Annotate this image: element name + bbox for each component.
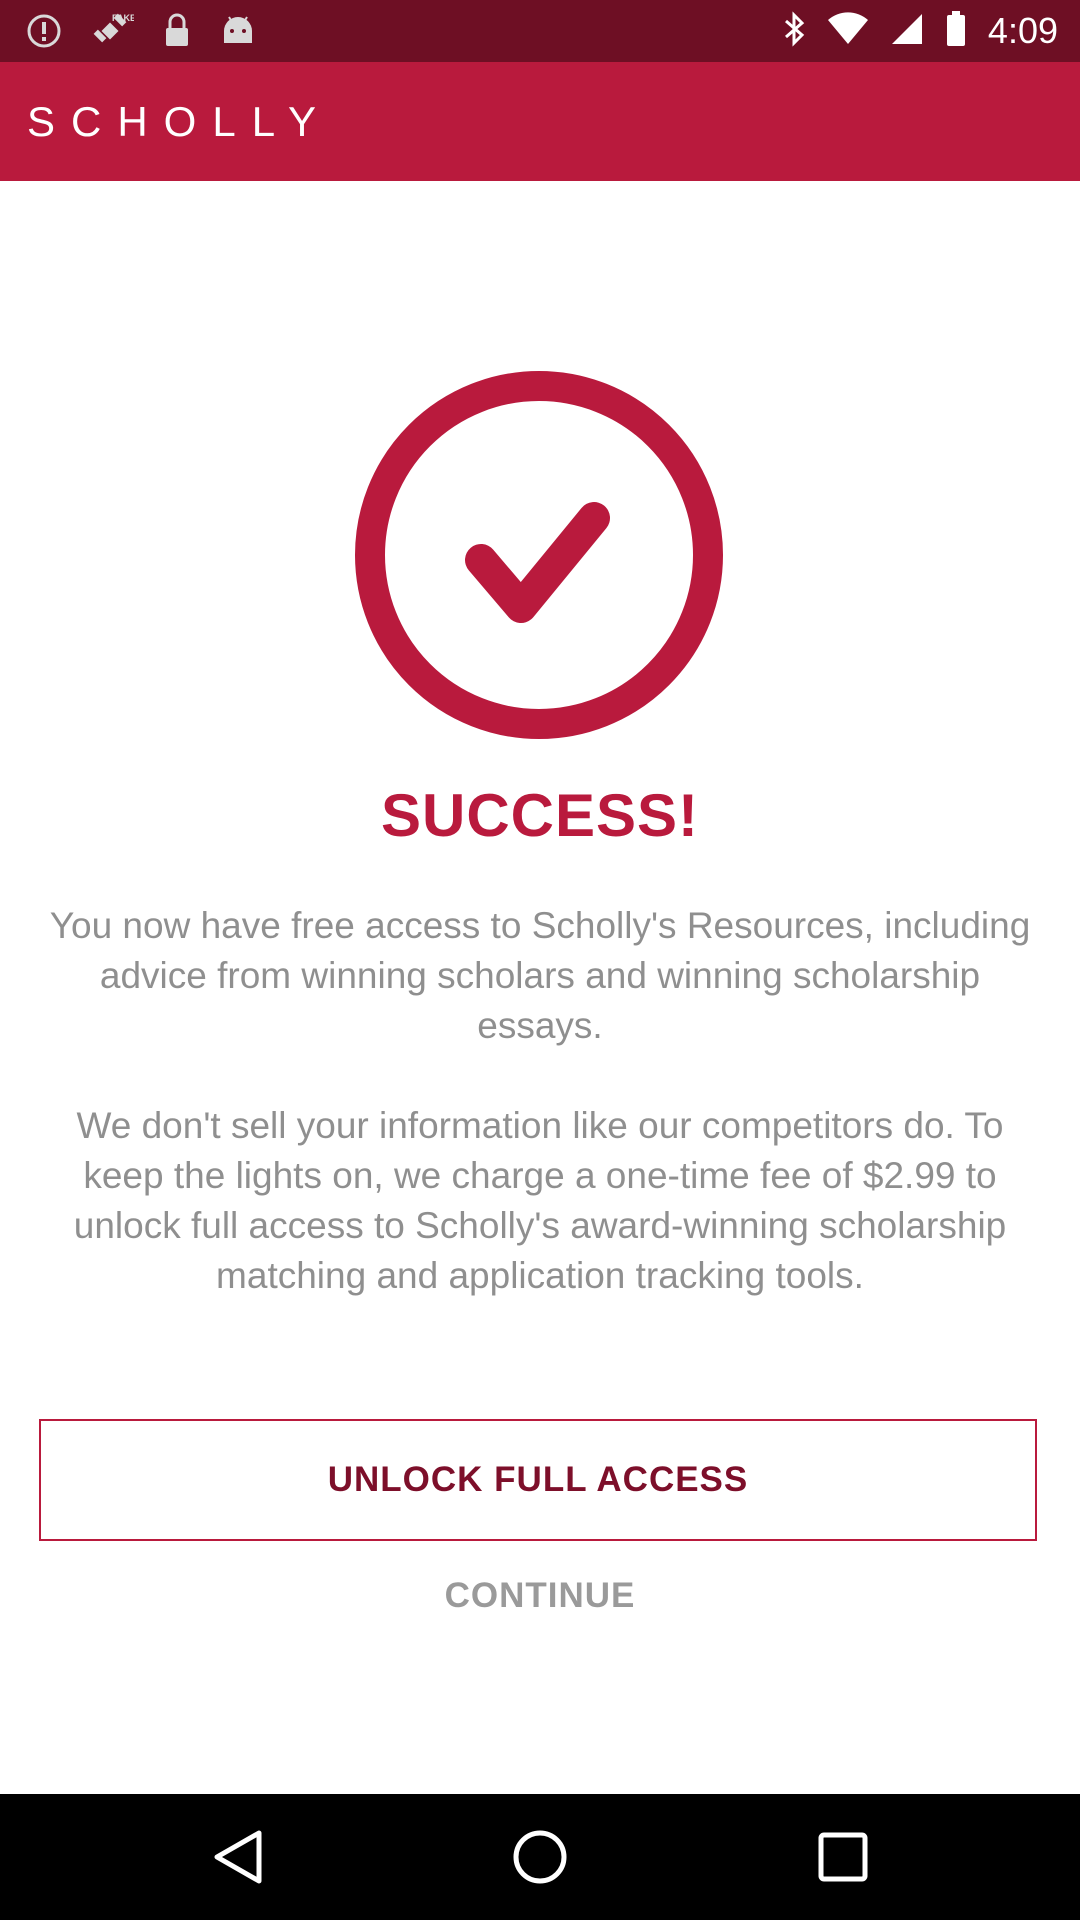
checkmark-circle-icon: [354, 370, 724, 740]
navigation-bar: [0, 1794, 1080, 1920]
android-icon: [220, 13, 256, 54]
status-left-icons: FAKE: [26, 11, 256, 56]
app-bar: SCHOLLY: [0, 62, 1080, 181]
recents-icon[interactable]: [807, 1821, 879, 1893]
status-right-icons: 4:09: [782, 0, 1058, 62]
continue-button[interactable]: CONTINUE: [340, 1561, 740, 1631]
signal-icon: [890, 12, 924, 51]
pricing-message: We don't sell your information like our …: [73, 1105, 1007, 1296]
home-icon[interactable]: [504, 1821, 576, 1893]
unlock-button-label: UNLOCK FULL ACCESS: [327, 1460, 749, 1499]
continue-button-label: CONTINUE: [444, 1576, 636, 1615]
app-title: SCHOLLY: [27, 98, 332, 145]
back-icon[interactable]: [203, 1821, 275, 1893]
wifi-icon: [827, 11, 868, 51]
fake-gps-icon: FAKE: [90, 11, 136, 56]
resources-message: You now have free access to Scholly's Re…: [49, 905, 1031, 1046]
bluetooth-icon: [782, 10, 806, 52]
unlock-full-access-button[interactable]: UNLOCK FULL ACCESS: [39, 1419, 1037, 1541]
success-title: SUCCESS!: [380, 782, 700, 849]
success-screen: SUCCESS! You now have free access to Sch…: [0, 181, 1080, 1794]
svg-text:FAKE: FAKE: [112, 13, 134, 23]
lock-icon: [162, 12, 192, 55]
alert-icon: [26, 13, 62, 54]
status-bar: FAKE 4:09: [0, 0, 1080, 62]
battery-icon: [946, 10, 966, 52]
status-time: 4:09: [987, 10, 1058, 51]
